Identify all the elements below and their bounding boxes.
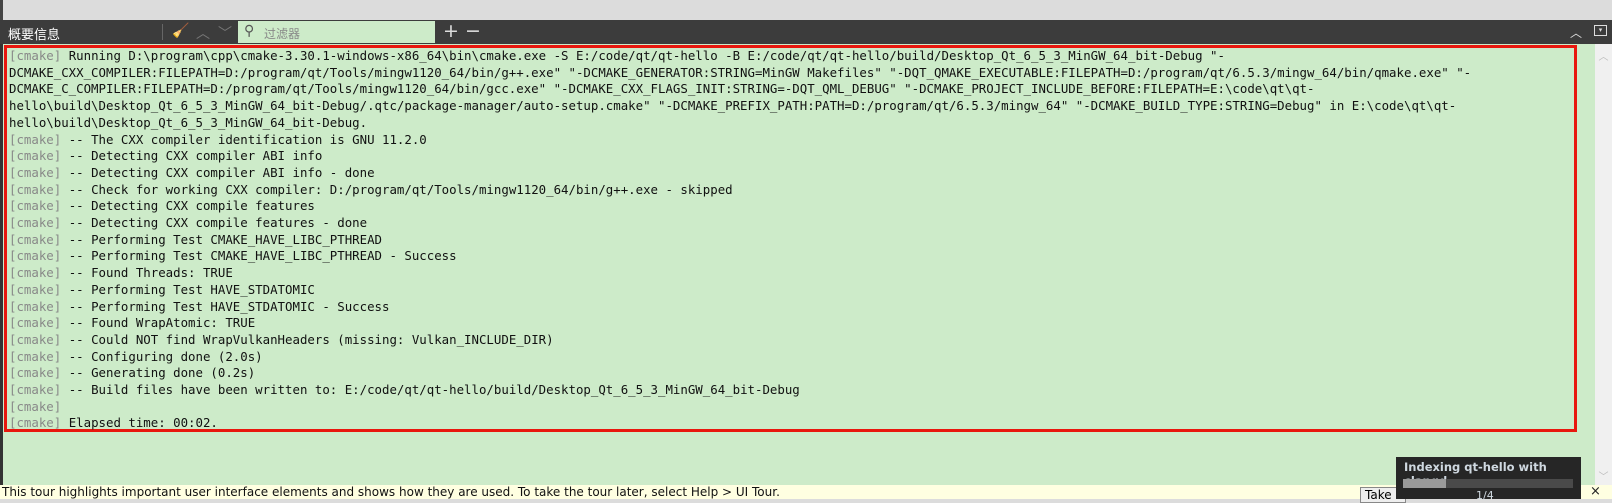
log-line: [cmake] -- Found Threads: TRUE: [9, 265, 1571, 282]
clear-icon[interactable]: 🧹: [172, 23, 189, 39]
log-line: [cmake] -- Performing Test CMAKE_HAVE_LI…: [9, 232, 1571, 249]
log-message: -- Performing Test HAVE_STDATOMIC - Succ…: [68, 298, 390, 314]
log-message: -- Build files have been written to: E:/…: [68, 382, 800, 398]
top-area: [0, 0, 1612, 20]
filter-placeholder: 过滤器: [264, 27, 301, 41]
indexing-count: 1/4: [1476, 489, 1494, 502]
log-message: -- Configuring done (2.0s): [68, 348, 263, 364]
log-line: [cmake] -- The CXX compiler identificati…: [9, 132, 1571, 149]
log-tag: [cmake]: [9, 164, 62, 180]
log-line: [cmake] -- Detecting CXX compile feature…: [9, 198, 1571, 215]
log-tag: [cmake]: [9, 215, 62, 231]
log-line: [cmake] -- Performing Test HAVE_STDATOMI…: [9, 282, 1571, 299]
close-panel-icon[interactable]: ▾: [1594, 25, 1607, 36]
search-icon: ⚲: [244, 23, 255, 39]
log-line: [cmake] Running D:\program\cpp\cmake-3.3…: [9, 48, 1571, 132]
log-tag: [cmake]: [9, 382, 62, 398]
log-message: Elapsed time: 00:02.: [68, 415, 218, 431]
log-line: [cmake] -- Could NOT find WrapVulkanHead…: [9, 332, 1571, 349]
log-message: -- Performing Test CMAKE_HAVE_LIBC_PTHRE…: [68, 231, 382, 247]
log-line: [cmake] -- Detecting CXX compiler ABI in…: [9, 148, 1571, 165]
log-line: [cmake] Elapsed time: 00:02.: [9, 415, 1571, 432]
log-tag: [cmake]: [9, 148, 62, 164]
scrollbar[interactable]: ︿ ﹀: [1595, 44, 1612, 485]
log-message: -- Found WrapAtomic: TRUE: [68, 315, 256, 331]
log-message: -- The CXX compiler identification is GN…: [68, 131, 427, 147]
maximize-icon[interactable]: ︿: [1570, 24, 1582, 41]
arrow-down-icon[interactable]: ﹀: [218, 23, 232, 43]
log-tag: [cmake]: [9, 331, 62, 347]
log-line: [cmake] -- Build files have been written…: [9, 382, 1571, 399]
log-tag: [cmake]: [9, 248, 62, 264]
log-tag: [cmake]: [9, 198, 62, 214]
log-line: [cmake]: [9, 399, 1571, 416]
filter-input[interactable]: ⚲ 过滤器: [238, 21, 435, 43]
log-line: [cmake] -- Configuring done (2.0s): [9, 349, 1571, 366]
tour-text: This tour highlights important user inte…: [2, 485, 780, 499]
log-line: [cmake] -- Found WrapAtomic: TRUE: [9, 315, 1571, 332]
log-message: -- Generating done (0.2s): [68, 365, 256, 381]
log-message: -- Could NOT find WrapVulkanHeaders (mis…: [68, 331, 554, 347]
log-tag: [cmake]: [9, 365, 62, 381]
divider: [162, 24, 163, 40]
progress-fill: [1403, 479, 1446, 488]
minus-icon[interactable]: −: [465, 20, 481, 42]
log-tag: [cmake]: [9, 131, 62, 147]
log-message: -- Detecting CXX compile features - done: [68, 215, 368, 231]
log-tag: [cmake]: [9, 281, 62, 297]
log-line: [cmake] -- Performing Test HAVE_STDATOMI…: [9, 299, 1571, 316]
plus-icon[interactable]: +: [443, 20, 459, 42]
scroll-down-icon[interactable]: ﹀: [1595, 468, 1612, 483]
log-message: -- Detecting CXX compiler ABI info: [68, 148, 323, 164]
log-line: [cmake] -- Check for working CXX compile…: [9, 182, 1571, 199]
log-line: [cmake] -- Generating done (0.2s): [9, 365, 1571, 382]
log-message: -- Check for working CXX compiler: D:/pr…: [68, 181, 733, 197]
log-message: -- Performing Test CMAKE_HAVE_LIBC_PTHRE…: [68, 248, 457, 264]
output-panel-toolbar: 概要信息 🧹 ︿ ﹀ ⚲ 过滤器 + − ︿ ▾: [0, 20, 1612, 44]
scroll-up-icon[interactable]: ︿: [1595, 48, 1612, 63]
log-tag: [cmake]: [9, 398, 62, 414]
log-line: [cmake] -- Detecting CXX compile feature…: [9, 215, 1571, 232]
log-tag: [cmake]: [9, 231, 62, 247]
close-icon[interactable]: ×: [1590, 484, 1601, 499]
log-message: Running D:\program\cpp\cmake-3.30.1-wind…: [9, 48, 1472, 130]
panel-title: 概要信息: [8, 28, 61, 43]
indexing-progress-bar: [1403, 479, 1573, 488]
log-message: -- Detecting CXX compiler ABI info - don…: [68, 164, 375, 180]
log-tag: [cmake]: [9, 315, 62, 331]
log-message: -- Found Threads: TRUE: [68, 265, 233, 281]
log-message: -- Detecting CXX compile features: [68, 198, 315, 214]
log-tag: [cmake]: [9, 181, 62, 197]
log-message: -- Performing Test HAVE_STDATOMIC: [68, 281, 315, 297]
arrow-up-icon[interactable]: ︿: [196, 23, 210, 43]
log-tag: [cmake]: [9, 298, 62, 314]
log-line: [cmake] -- Performing Test CMAKE_HAVE_LI…: [9, 248, 1571, 265]
log-line: [cmake] -- Detecting CXX compiler ABI in…: [9, 165, 1571, 182]
log-tag: [cmake]: [9, 48, 62, 63]
log-tag: [cmake]: [9, 265, 62, 281]
indexing-popup: Indexing qt-hello with clangd 1/4: [1396, 457, 1581, 502]
log-tag: [cmake]: [9, 415, 62, 431]
log-tag: [cmake]: [9, 348, 62, 364]
log-output: [cmake] Running D:\program\cpp\cmake-3.3…: [9, 48, 1571, 432]
